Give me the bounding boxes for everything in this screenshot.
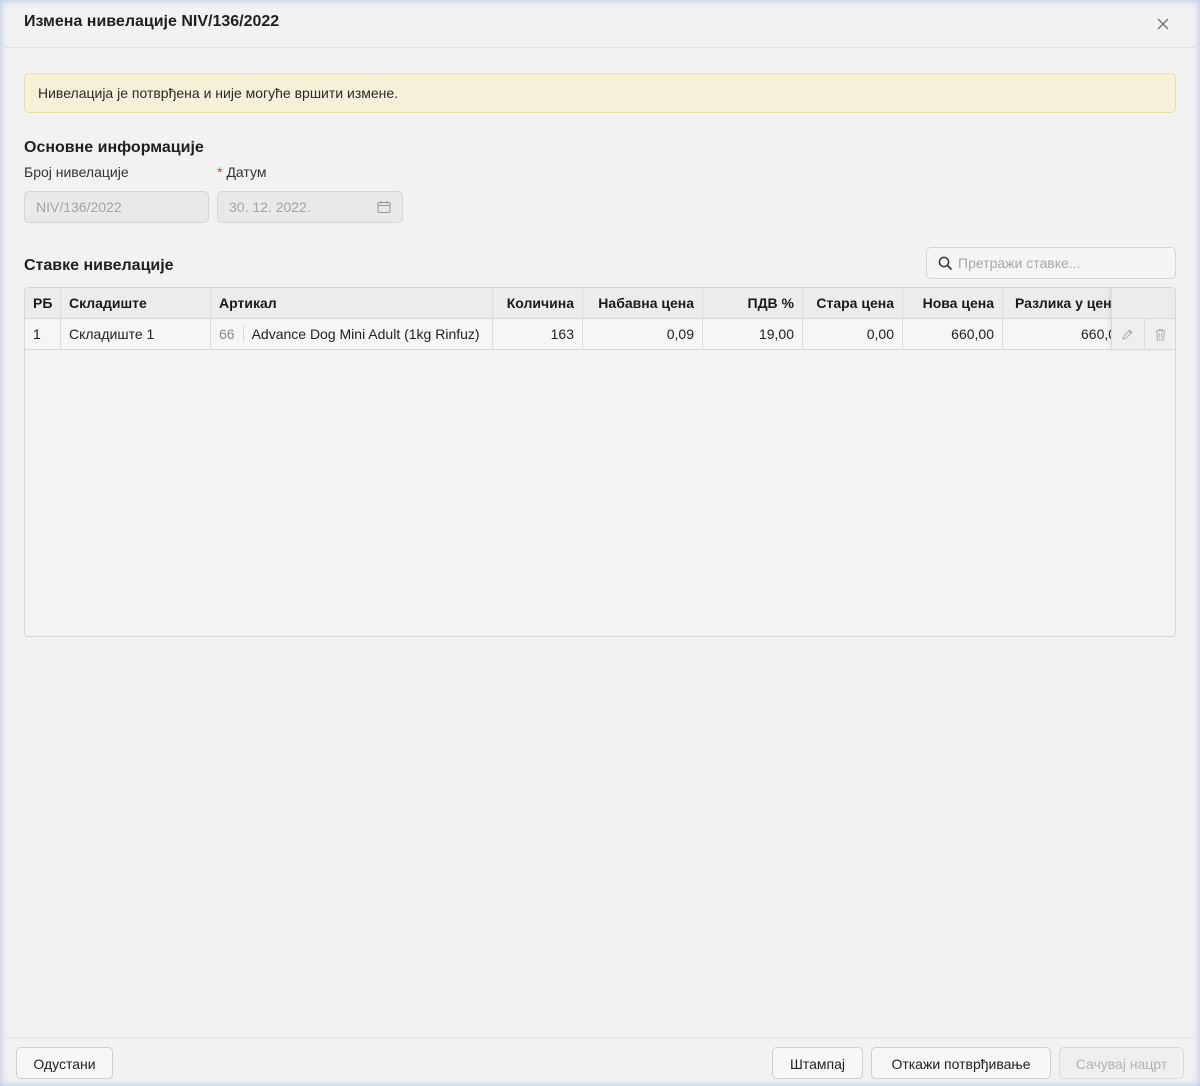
- cell-new-price: 660,00: [903, 319, 1003, 350]
- trash-icon: [1155, 328, 1166, 341]
- number-field[interactable]: NIV/136/2022: [24, 191, 209, 223]
- cell-vat: 19,00: [703, 319, 803, 350]
- item-search[interactable]: [926, 247, 1176, 279]
- col-header-warehouse[interactable]: Складиште: [61, 288, 211, 319]
- modal-title: Измена нивелације NIV/136/2022: [24, 13, 280, 30]
- search-input[interactable]: [958, 248, 1168, 278]
- save-draft-button[interactable]: Сачувај нацрт: [1059, 1047, 1184, 1079]
- calendar-icon: [377, 201, 391, 214]
- modal-footer: Одустани Штампај Откажи потврђивање Сачу…: [0, 1037, 1200, 1086]
- pencil-icon: [1122, 328, 1133, 340]
- items-table: РБ Складиште Артикал Количина Набавна це…: [24, 287, 1176, 637]
- col-header-article[interactable]: Артикал: [211, 288, 493, 319]
- cancel-button[interactable]: Одустани: [16, 1047, 113, 1079]
- col-header-old-price[interactable]: Стара цена: [803, 288, 903, 319]
- date-label-wrap: * Датум: [217, 164, 266, 180]
- delete-row-button[interactable]: [1143, 319, 1176, 349]
- actions-header: [1112, 288, 1175, 319]
- close-button[interactable]: [1150, 12, 1176, 36]
- cell-purchase-price: 0,09: [583, 319, 703, 350]
- col-header-vat[interactable]: ПДВ %: [703, 288, 803, 319]
- items-title: Ставке нивелације: [24, 257, 174, 274]
- print-button[interactable]: Штампај: [772, 1047, 863, 1079]
- cell-old-price: 0,00: [803, 319, 903, 350]
- modal-header: Измена нивелације NIV/136/2022: [0, 0, 1200, 48]
- row-actions: [1112, 319, 1176, 350]
- article-code: 66: [219, 326, 244, 342]
- unconfirm-button[interactable]: Откажи потврђивање: [871, 1047, 1051, 1079]
- number-field-value: NIV/136/2022: [36, 199, 122, 215]
- cell-quantity: 163: [493, 319, 583, 350]
- date-field[interactable]: 30. 12. 2022.: [217, 191, 403, 223]
- article-name: Advance Dog Mini Adult (1kg Rinfuz): [251, 326, 480, 342]
- cell-article: 66 Advance Dog Mini Adult (1kg Rinfuz): [211, 319, 493, 350]
- modal-dialog: Измена нивелације NIV/136/2022 Нивелациј…: [0, 0, 1200, 1086]
- date-field-value: 30. 12. 2022.: [229, 199, 311, 215]
- confirmed-alert: Нивелација је потврђена и није могуће вр…: [24, 73, 1176, 113]
- actions-column: [1111, 288, 1176, 350]
- search-icon: [938, 256, 953, 271]
- cell-difference: 660,0: [1003, 319, 1113, 350]
- required-mark: *: [217, 164, 223, 180]
- cell-rb: 1: [25, 319, 61, 350]
- basic-info-title: Основне информације: [24, 139, 204, 156]
- col-header-rb[interactable]: РБ: [25, 288, 61, 319]
- date-label: Датум: [226, 164, 267, 180]
- edit-row-button[interactable]: [1112, 319, 1144, 349]
- cell-warehouse: Складиште 1: [61, 319, 211, 350]
- close-icon: [1157, 18, 1169, 30]
- col-header-difference[interactable]: Разлика у цен: [1003, 288, 1113, 319]
- col-header-purchase-price[interactable]: Набавна цена: [583, 288, 703, 319]
- number-label: Број нивелације: [24, 164, 129, 180]
- col-header-quantity[interactable]: Количина: [493, 288, 583, 319]
- col-header-new-price[interactable]: Нова цена: [903, 288, 1003, 319]
